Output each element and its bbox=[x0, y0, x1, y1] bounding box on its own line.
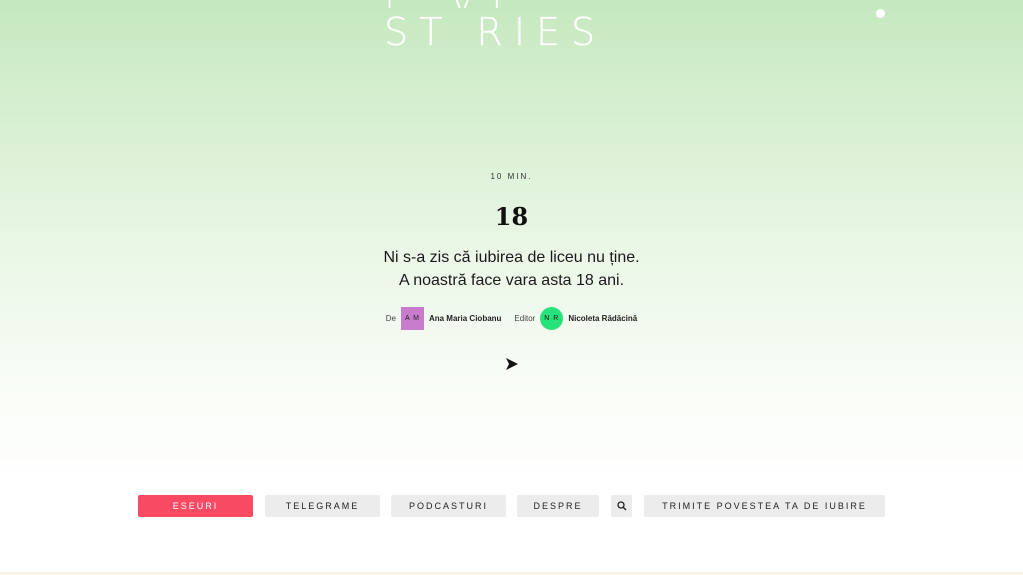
search-button[interactable] bbox=[611, 495, 632, 517]
reading-time: 10 MIN. bbox=[490, 172, 533, 181]
site-logo[interactable]: L VE ST RIES bbox=[384, 0, 644, 54]
author-name[interactable]: Ana Maria Ciobanu bbox=[429, 314, 501, 323]
subtitle-line-1: Ni s-a zis că iubirea de liceu nu ține. bbox=[383, 249, 640, 266]
editor-label: Editor bbox=[514, 314, 536, 323]
author-avatar[interactable]: A M bbox=[400, 307, 424, 330]
subtitle-line-2: A noastră face vara asta 18 ani. bbox=[398, 272, 625, 289]
nav-trimite-button[interactable]: TRIMITE POVESTEA TA DE IUBIRE bbox=[644, 495, 885, 517]
logo-line-love: L VE bbox=[384, 0, 531, 8]
story-credits: De A M Ana Maria Ciobanu Editor N R Nico… bbox=[0, 307, 1023, 330]
search-icon bbox=[616, 501, 626, 511]
nav-podcasturi-button[interactable]: PODCASTURI bbox=[391, 495, 506, 517]
author-label: De bbox=[385, 314, 396, 323]
editor-name[interactable]: Nicoleta Rădăcină bbox=[568, 314, 637, 323]
menu-dot[interactable] bbox=[876, 9, 885, 18]
story-subtitle: Ni s-a zis că iubirea de liceu nu ține. … bbox=[0, 246, 1023, 292]
story-title: 18 bbox=[494, 202, 529, 231]
editor-avatar[interactable]: N R bbox=[540, 307, 564, 330]
nav-telegrame-button[interactable]: TELEGRAME bbox=[265, 495, 380, 517]
play-icon[interactable] bbox=[505, 357, 519, 371]
nav-eseuri-button[interactable]: ESEURI bbox=[138, 495, 253, 517]
logo-line-stories: ST RIES bbox=[384, 10, 607, 54]
nav-despre-button[interactable]: DESPRE bbox=[517, 495, 599, 517]
